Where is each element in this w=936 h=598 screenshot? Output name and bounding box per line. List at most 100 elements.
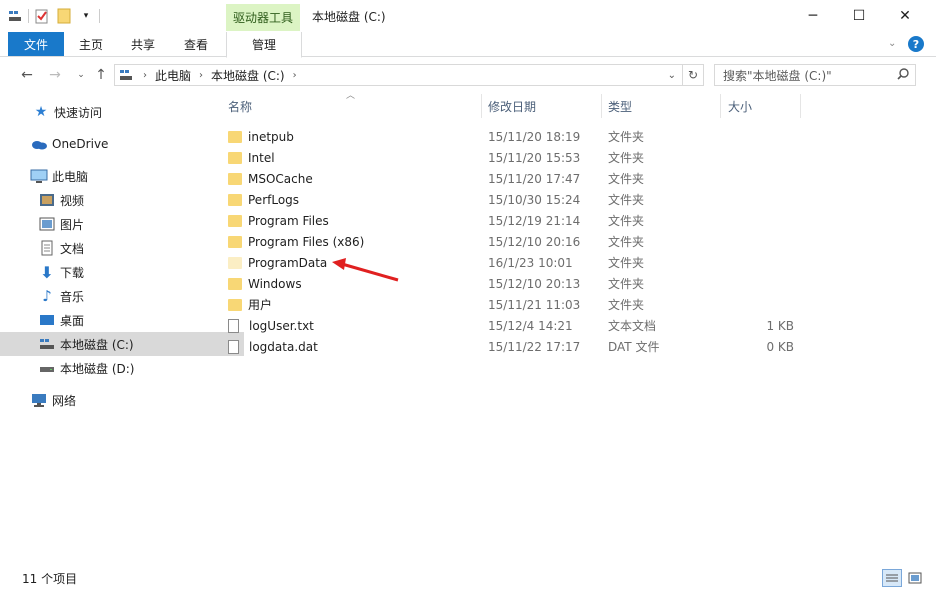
status-item-count: 11 个项目: [22, 572, 78, 586]
tab-file[interactable]: 文件: [8, 32, 64, 56]
folder-icon: [228, 130, 242, 143]
column-divider[interactable]: [800, 94, 801, 118]
table-row[interactable]: Intel 15/11/20 15:53 文件夹: [224, 147, 804, 168]
tab-share[interactable]: 共享: [122, 32, 164, 56]
column-header-size[interactable]: 大小: [728, 94, 752, 118]
breadcrumb-chevron-icon[interactable]: ›: [293, 70, 297, 81]
table-row[interactable]: MSOCache 15/11/20 17:47 文件夹: [224, 168, 804, 189]
file-type-cell: 文件夹: [608, 172, 645, 186]
table-row[interactable]: PerfLogs 15/10/30 15:24 文件夹: [224, 189, 804, 210]
quick-access-toolbar: ▾: [6, 4, 100, 28]
breadcrumb-chevron-icon[interactable]: ›: [143, 70, 147, 81]
file-name-cell[interactable]: logdata.dat: [228, 336, 318, 357]
music-icon: ♪: [42, 287, 52, 305]
forward-icon[interactable]: →: [44, 64, 66, 86]
breadcrumb-this-pc[interactable]: 此电脑: [155, 67, 191, 84]
folder-icon: [228, 172, 242, 185]
file-type-cell: 文件夹: [608, 151, 645, 165]
column-header-name[interactable]: 名称: [228, 94, 252, 118]
close-button[interactable]: ✕: [882, 0, 928, 32]
up-icon[interactable]: ↑: [90, 64, 112, 86]
nav-item-network[interactable]: 网络: [0, 388, 236, 412]
table-row[interactable]: logUser.txt 15/12/4 14:21 文本文档 1 KB: [224, 315, 804, 336]
file-name-cell[interactable]: 用户: [228, 294, 272, 315]
help-icon[interactable]: ?: [908, 36, 924, 52]
column-header-date[interactable]: 修改日期: [488, 94, 536, 118]
file-name-cell[interactable]: Windows: [228, 273, 302, 294]
search-input[interactable]: 搜索"本地磁盘 (C:)": [714, 64, 916, 86]
file-name-cell[interactable]: Intel: [228, 147, 275, 168]
nav-item-local-disk-d[interactable]: 本地磁盘 (D:): [0, 356, 244, 380]
drive-app-icon[interactable]: [6, 7, 24, 25]
file-name: ProgramData: [248, 255, 328, 270]
file-size-cell: [728, 126, 794, 147]
sort-ascending-icon: ︿: [346, 91, 356, 101]
minimize-button[interactable]: ─: [790, 0, 836, 32]
table-row[interactable]: Program Files 15/12/19 21:14 文件夹: [224, 210, 804, 231]
column-header-type[interactable]: 类型: [608, 94, 632, 118]
computer-icon: [30, 167, 48, 185]
table-row[interactable]: inetpub 15/11/20 18:19 文件夹: [224, 126, 804, 147]
file-type-cell: 文件夹: [608, 214, 645, 228]
column-divider[interactable]: [720, 94, 721, 118]
ribbon-expand-icon[interactable]: ⌄: [888, 38, 896, 49]
file-name: logUser.txt: [249, 318, 314, 333]
table-row[interactable]: ProgramData 16/1/23 10:01 文件夹: [224, 252, 804, 273]
search-icon[interactable]: [897, 67, 909, 83]
large-icons-view-icon[interactable]: [906, 570, 924, 586]
folder-icon: [228, 193, 242, 206]
cloud-icon: [30, 135, 48, 153]
properties-icon[interactable]: [33, 7, 51, 25]
column-divider[interactable]: [601, 94, 602, 118]
new-folder-icon[interactable]: [55, 7, 73, 25]
nav-item-downloads[interactable]: ⬇ 下载: [0, 260, 244, 284]
table-row[interactable]: logdata.dat 15/11/22 17:17 DAT 文件 0 KB: [224, 336, 804, 357]
breadcrumb-chevron-icon[interactable]: ›: [199, 70, 203, 81]
video-icon: [38, 191, 56, 209]
file-name-cell[interactable]: inetpub: [228, 126, 294, 147]
back-icon[interactable]: ←: [16, 64, 38, 86]
nav-item-documents[interactable]: 文档: [0, 236, 244, 260]
address-bar[interactable]: › 此电脑 › 本地磁盘 (C:) › ⌄ ↻: [114, 64, 704, 86]
customize-qat-icon[interactable]: ▾: [77, 7, 95, 25]
drive-icon: [38, 359, 56, 377]
nav-item-onedrive[interactable]: OneDrive: [0, 132, 236, 156]
nav-item-local-disk-c[interactable]: 本地磁盘 (C:): [0, 332, 244, 356]
tab-manage[interactable]: 管理: [226, 32, 302, 58]
file-name-cell[interactable]: logUser.txt: [228, 315, 314, 336]
column-divider[interactable]: [481, 94, 482, 118]
breadcrumb-local-disk-c[interactable]: 本地磁盘 (C:): [211, 67, 285, 84]
file-name-cell[interactable]: Program Files: [228, 210, 329, 231]
file-name-cell[interactable]: PerfLogs: [228, 189, 299, 210]
table-row[interactable]: Windows 15/12/10 20:13 文件夹: [224, 273, 804, 294]
refresh-icon[interactable]: ↻: [683, 68, 703, 82]
file-type-cell: 文件夹: [608, 130, 645, 144]
file-date-cell: 15/12/10 20:16: [488, 234, 581, 249]
window-title: 本地磁盘 (C:): [312, 10, 386, 24]
file-type-cell: 文件夹: [608, 235, 645, 249]
file-date-cell: 15/12/19 21:14: [488, 213, 581, 228]
table-row[interactable]: 用户 15/11/21 11:03 文件夹: [224, 294, 804, 315]
nav-item-pictures[interactable]: 图片: [0, 212, 244, 236]
nav-item-this-pc[interactable]: 此电脑: [0, 164, 236, 188]
file-date-cell: 15/11/22 17:17: [488, 339, 581, 354]
details-view-icon[interactable]: [882, 569, 902, 587]
star-icon: ★: [34, 104, 48, 120]
nav-item-music[interactable]: ♪ 音乐: [0, 284, 244, 308]
folder-icon: [228, 214, 242, 227]
nav-item-videos[interactable]: 视频: [0, 188, 244, 212]
nav-item-desktop[interactable]: 桌面: [0, 308, 244, 332]
nav-item-quick-access[interactable]: ★ 快速访问: [0, 100, 238, 124]
table-row[interactable]: Program Files (x86) 15/12/10 20:16 文件夹: [224, 231, 804, 252]
file-type-cell: 文件夹: [608, 277, 645, 291]
recent-locations-icon[interactable]: ⌄: [70, 64, 92, 86]
file-date-cell: 15/11/20 18:19: [488, 129, 581, 144]
tab-view[interactable]: 查看: [175, 32, 217, 56]
file-name-cell[interactable]: MSOCache: [228, 168, 313, 189]
file-date-cell: 15/11/20 15:53: [488, 150, 581, 165]
file-name-cell[interactable]: Program Files (x86): [228, 231, 364, 252]
tab-home[interactable]: 主页: [70, 32, 112, 56]
maximize-button[interactable]: ☐: [836, 0, 882, 32]
address-dropdown-icon[interactable]: ⌄: [668, 70, 676, 81]
file-name-cell[interactable]: ProgramData: [228, 252, 327, 273]
